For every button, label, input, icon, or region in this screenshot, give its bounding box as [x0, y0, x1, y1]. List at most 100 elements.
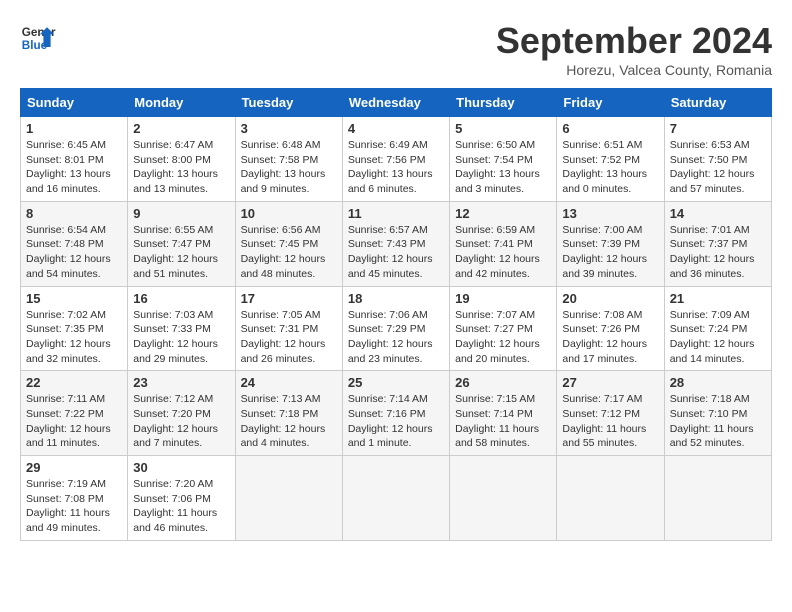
day-cell: 29Sunrise: 7:19 AM Sunset: 7:08 PM Dayli…	[21, 456, 128, 541]
month-title: September 2024	[496, 20, 772, 62]
day-number: 17	[241, 291, 337, 306]
day-cell: 22 Sunrise: 7:11 AM Sunset: 7:22 PM Dayli…	[21, 371, 128, 456]
calendar-header: SundayMondayTuesdayWednesdayThursdayFrid…	[21, 89, 772, 117]
calendar-table: SundayMondayTuesdayWednesdayThursdayFrid…	[20, 88, 772, 541]
day-number: 25	[348, 375, 444, 390]
day-info: Sunrise: 7:14 AM Sunset: 7:16 PM Dayligh…	[348, 392, 444, 451]
day-info: Sunrise: 7:05 AM Sunset: 7:31 PM Dayligh…	[241, 308, 337, 367]
header-thursday: Thursday	[450, 89, 557, 117]
day-cell: 28 Sunrise: 7:18 AM Sunset: 7:10 PM Dayli…	[664, 371, 771, 456]
week-row-5: 29Sunrise: 7:19 AM Sunset: 7:08 PM Dayli…	[21, 456, 772, 541]
day-cell: 20Sunrise: 7:08 AM Sunset: 7:26 PM Dayli…	[557, 286, 664, 371]
header-wednesday: Wednesday	[342, 89, 449, 117]
day-cell: 30Sunrise: 7:20 AM Sunset: 7:06 PM Dayli…	[128, 456, 235, 541]
day-info: Sunrise: 7:07 AM Sunset: 7:27 PM Dayligh…	[455, 308, 551, 367]
week-row-2: 8 Sunrise: 6:54 AM Sunset: 7:48 PM Daylig…	[21, 201, 772, 286]
day-cell: 7 Sunrise: 6:53 AM Sunset: 7:50 PM Daylig…	[664, 117, 771, 202]
day-number: 28	[670, 375, 766, 390]
logo: General Blue	[20, 20, 56, 56]
day-cell: 8 Sunrise: 6:54 AM Sunset: 7:48 PM Daylig…	[21, 201, 128, 286]
day-number: 7	[670, 121, 766, 136]
day-cell: 4Sunrise: 6:49 AM Sunset: 7:56 PM Daylig…	[342, 117, 449, 202]
day-cell: 1 Sunrise: 6:45 AM Sunset: 8:01 PM Daylig…	[21, 117, 128, 202]
day-cell: 9 Sunrise: 6:55 AM Sunset: 7:47 PM Daylig…	[128, 201, 235, 286]
day-number: 10	[241, 206, 337, 221]
day-info: Sunrise: 6:56 AM Sunset: 7:45 PM Dayligh…	[241, 223, 337, 282]
header-friday: Friday	[557, 89, 664, 117]
day-number: 21	[670, 291, 766, 306]
day-cell	[450, 456, 557, 541]
day-number: 11	[348, 206, 444, 221]
header-row: SundayMondayTuesdayWednesdayThursdayFrid…	[21, 89, 772, 117]
day-number: 2	[133, 121, 229, 136]
day-cell: 14Sunrise: 7:01 AM Sunset: 7:37 PM Dayli…	[664, 201, 771, 286]
day-cell	[664, 456, 771, 541]
day-cell: 23 Sunrise: 7:12 AM Sunset: 7:20 PM Dayli…	[128, 371, 235, 456]
page-header: General Blue September 2024 Horezu, Valc…	[20, 20, 772, 78]
day-cell: 3 Sunrise: 6:48 AM Sunset: 7:58 PM Daylig…	[235, 117, 342, 202]
day-info: Sunrise: 7:02 AM Sunset: 7:35 PM Dayligh…	[26, 308, 122, 367]
day-number: 23	[133, 375, 229, 390]
day-number: 8	[26, 206, 122, 221]
day-info: Sunrise: 6:45 AM Sunset: 8:01 PM Dayligh…	[26, 138, 122, 197]
week-row-3: 15 Sunrise: 7:02 AM Sunset: 7:35 PM Dayli…	[21, 286, 772, 371]
day-cell: 17 Sunrise: 7:05 AM Sunset: 7:31 PM Dayli…	[235, 286, 342, 371]
day-cell: 13 Sunrise: 7:00 AM Sunset: 7:39 PM Dayli…	[557, 201, 664, 286]
day-number: 13	[562, 206, 658, 221]
header-monday: Monday	[128, 89, 235, 117]
day-cell: 16Sunrise: 7:03 AM Sunset: 7:33 PM Dayli…	[128, 286, 235, 371]
day-cell: 19Sunrise: 7:07 AM Sunset: 7:27 PM Dayli…	[450, 286, 557, 371]
day-info: Sunrise: 7:11 AM Sunset: 7:22 PM Dayligh…	[26, 392, 122, 451]
day-cell: 5 Sunrise: 6:50 AM Sunset: 7:54 PM Daylig…	[450, 117, 557, 202]
day-number: 1	[26, 121, 122, 136]
day-info: Sunrise: 7:15 AM Sunset: 7:14 PM Dayligh…	[455, 392, 551, 451]
header-sunday: Sunday	[21, 89, 128, 117]
day-info: Sunrise: 7:18 AM Sunset: 7:10 PM Dayligh…	[670, 392, 766, 451]
day-number: 24	[241, 375, 337, 390]
location-subtitle: Horezu, Valcea County, Romania	[496, 62, 772, 78]
day-cell: 6Sunrise: 6:51 AM Sunset: 7:52 PM Daylig…	[557, 117, 664, 202]
day-number: 15	[26, 291, 122, 306]
day-cell	[235, 456, 342, 541]
header-tuesday: Tuesday	[235, 89, 342, 117]
day-info: Sunrise: 6:53 AM Sunset: 7:50 PM Dayligh…	[670, 138, 766, 197]
logo-icon: General Blue	[20, 20, 56, 56]
day-cell: 15 Sunrise: 7:02 AM Sunset: 7:35 PM Dayli…	[21, 286, 128, 371]
day-number: 3	[241, 121, 337, 136]
day-info: Sunrise: 6:49 AM Sunset: 7:56 PM Dayligh…	[348, 138, 444, 197]
calendar-body: 1 Sunrise: 6:45 AM Sunset: 8:01 PM Daylig…	[21, 117, 772, 541]
day-info: Sunrise: 6:54 AM Sunset: 7:48 PM Dayligh…	[26, 223, 122, 282]
day-number: 20	[562, 291, 658, 306]
title-block: September 2024 Horezu, Valcea County, Ro…	[496, 20, 772, 78]
day-cell	[342, 456, 449, 541]
day-cell: 2 Sunrise: 6:47 AM Sunset: 8:00 PM Daylig…	[128, 117, 235, 202]
day-number: 22	[26, 375, 122, 390]
day-number: 29	[26, 460, 122, 475]
week-row-4: 22 Sunrise: 7:11 AM Sunset: 7:22 PM Dayli…	[21, 371, 772, 456]
day-number: 5	[455, 121, 551, 136]
day-info: Sunrise: 6:50 AM Sunset: 7:54 PM Dayligh…	[455, 138, 551, 197]
week-row-1: 1 Sunrise: 6:45 AM Sunset: 8:01 PM Daylig…	[21, 117, 772, 202]
day-info: Sunrise: 7:09 AM Sunset: 7:24 PM Dayligh…	[670, 308, 766, 367]
day-cell	[557, 456, 664, 541]
day-info: Sunrise: 7:01 AM Sunset: 7:37 PM Dayligh…	[670, 223, 766, 282]
day-info: Sunrise: 6:51 AM Sunset: 7:52 PM Dayligh…	[562, 138, 658, 197]
day-cell: 27Sunrise: 7:17 AM Sunset: 7:12 PM Dayli…	[557, 371, 664, 456]
day-cell: 25 Sunrise: 7:14 AM Sunset: 7:16 PM Dayli…	[342, 371, 449, 456]
day-number: 12	[455, 206, 551, 221]
day-info: Sunrise: 7:20 AM Sunset: 7:06 PM Dayligh…	[133, 477, 229, 536]
day-info: Sunrise: 7:13 AM Sunset: 7:18 PM Dayligh…	[241, 392, 337, 451]
day-cell: 21 Sunrise: 7:09 AM Sunset: 7:24 PM Dayli…	[664, 286, 771, 371]
day-cell: 12 Sunrise: 6:59 AM Sunset: 7:41 PM Dayli…	[450, 201, 557, 286]
day-info: Sunrise: 6:48 AM Sunset: 7:58 PM Dayligh…	[241, 138, 337, 197]
day-info: Sunrise: 7:12 AM Sunset: 7:20 PM Dayligh…	[133, 392, 229, 451]
day-cell: 11 Sunrise: 6:57 AM Sunset: 7:43 PM Dayli…	[342, 201, 449, 286]
day-info: Sunrise: 7:00 AM Sunset: 7:39 PM Dayligh…	[562, 223, 658, 282]
day-info: Sunrise: 6:55 AM Sunset: 7:47 PM Dayligh…	[133, 223, 229, 282]
day-info: Sunrise: 6:47 AM Sunset: 8:00 PM Dayligh…	[133, 138, 229, 197]
day-number: 27	[562, 375, 658, 390]
header-saturday: Saturday	[664, 89, 771, 117]
day-number: 9	[133, 206, 229, 221]
day-info: Sunrise: 6:57 AM Sunset: 7:43 PM Dayligh…	[348, 223, 444, 282]
day-info: Sunrise: 6:59 AM Sunset: 7:41 PM Dayligh…	[455, 223, 551, 282]
